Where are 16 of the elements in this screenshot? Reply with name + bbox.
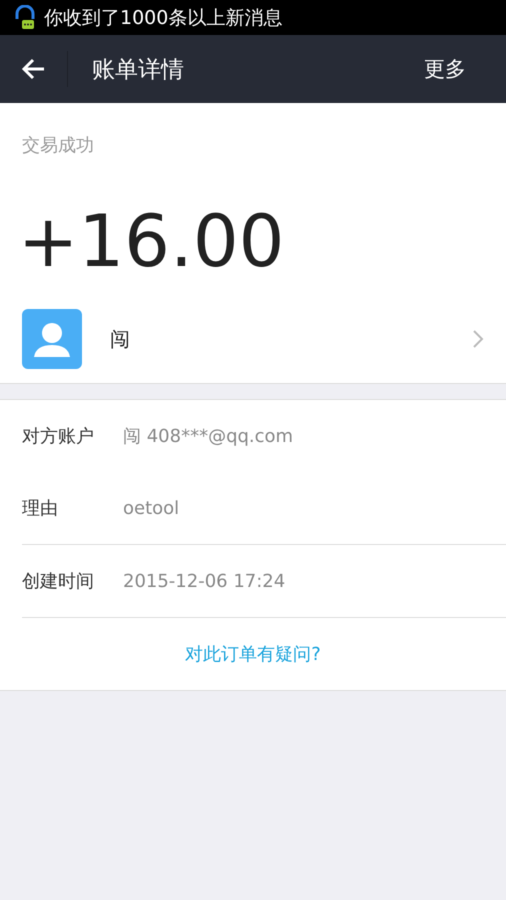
more-button[interactable]: 更多	[424, 55, 466, 83]
page-title: 账单详情	[92, 56, 185, 84]
counterparty-name: 闯	[110, 326, 131, 352]
chevron-right-icon	[472, 329, 484, 349]
transaction-status: 交易成功	[21, 134, 95, 157]
detail-label: 对方账户	[22, 425, 95, 448]
avatar-icon	[22, 309, 82, 369]
detail-label: 创建时间	[22, 570, 95, 593]
headset-chat-icon	[14, 4, 36, 30]
detail-value: 闯 408***@qq.com	[123, 425, 294, 448]
detail-value: 2015-12-06 17:24	[123, 570, 286, 592]
detail-value: oetool	[123, 498, 180, 518]
notification-text: 你收到了1000条以上新消息	[44, 6, 282, 30]
detail-label: 理由	[22, 497, 59, 520]
transaction-amount: +16.00	[17, 198, 286, 277]
back-arrow-icon	[22, 58, 46, 80]
